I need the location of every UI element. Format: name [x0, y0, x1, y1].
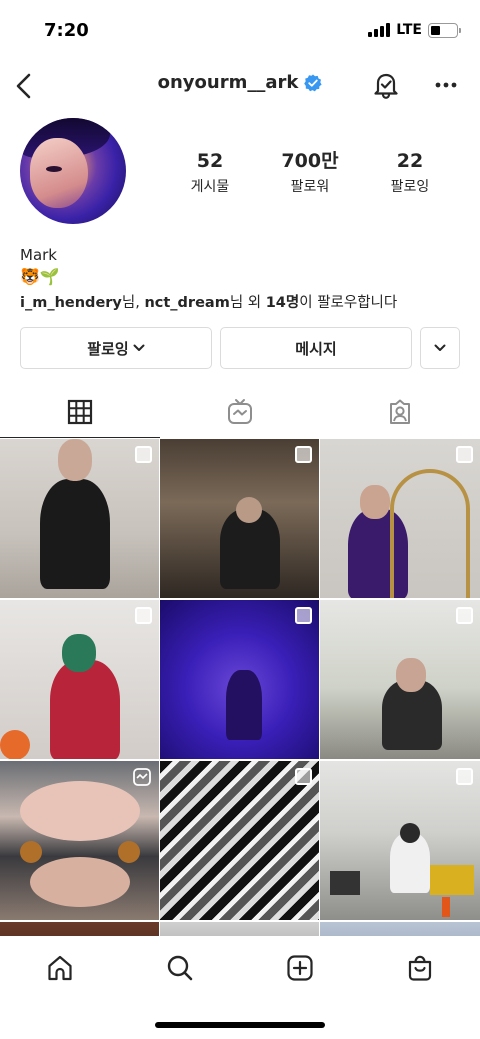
follower-count: 14명	[265, 295, 300, 311]
search-icon	[167, 955, 193, 981]
post-grid	[0, 439, 480, 962]
signal-icon	[368, 23, 391, 37]
carousel-icon	[456, 768, 473, 785]
stat-following[interactable]: 22 팔로잉	[360, 150, 460, 196]
battery-icon	[428, 22, 461, 38]
stat-value: 52	[196, 150, 224, 172]
chevron-down-icon	[133, 344, 145, 351]
stat-value: 22	[396, 150, 424, 172]
follower-link[interactable]: i_m_hendery	[20, 295, 122, 311]
status-indicators: LTE	[368, 22, 461, 38]
back-button[interactable]	[8, 70, 40, 102]
tab-igtv[interactable]	[160, 386, 320, 438]
tagged-icon	[390, 399, 410, 424]
post-thumbnail[interactable]	[320, 600, 480, 759]
following-label: 팔로잉	[87, 339, 129, 358]
carousel-icon	[295, 768, 312, 785]
nav-search[interactable]	[120, 936, 240, 1000]
suggested-accounts-button[interactable]	[420, 327, 460, 369]
tab-grid[interactable]	[0, 386, 160, 438]
shop-icon	[408, 955, 432, 981]
post-thumbnail[interactable]	[0, 439, 159, 598]
post-thumbnail[interactable]	[160, 439, 319, 598]
nav-shop[interactable]	[360, 936, 480, 1000]
stat-posts[interactable]: 52 게시물	[160, 150, 260, 196]
grid-icon	[67, 399, 93, 425]
followed-by[interactable]: i_m_hendery님, nct_dream님 외 14명이 팔로우합니다	[20, 292, 460, 314]
create-icon	[287, 955, 313, 981]
home-indicator[interactable]	[155, 1022, 325, 1028]
tab-tagged[interactable]	[320, 386, 480, 438]
chevron-down-icon	[434, 344, 446, 351]
stat-followers[interactable]: 700만 팔로워	[260, 150, 360, 196]
stat-value: 700만	[281, 150, 339, 172]
bottom-nav	[0, 936, 480, 1000]
chevron-left-icon	[16, 73, 31, 99]
profile-avatar[interactable]	[20, 118, 126, 224]
profile-display-name: Mark	[20, 246, 57, 264]
carousel-icon	[135, 607, 152, 624]
bio-emoji: 🐯🌱	[20, 267, 60, 286]
more-icon	[435, 82, 457, 88]
profile-stats: 52 게시물 700만 팔로워 22 팔로잉	[160, 150, 460, 196]
more-options-button[interactable]	[430, 68, 462, 102]
follower-link[interactable]: nct_dream	[144, 295, 229, 311]
carousel-icon	[295, 446, 312, 463]
home-icon	[48, 955, 72, 981]
post-thumbnail[interactable]	[0, 600, 159, 759]
notification-bell-icon	[374, 73, 398, 99]
stat-label: 게시물	[190, 179, 230, 195]
carousel-icon	[456, 446, 473, 463]
carousel-icon	[295, 607, 312, 624]
profile-tabs	[0, 386, 480, 438]
stat-label: 팔로워	[290, 179, 330, 195]
post-thumbnail[interactable]	[160, 600, 319, 759]
status-bar: 7:20 LTE	[0, 0, 480, 60]
carousel-icon	[456, 607, 473, 624]
profile-header: onyourm__ark	[0, 60, 480, 110]
post-thumbnail[interactable]	[0, 761, 159, 920]
message-label: 메시지	[295, 339, 337, 358]
stat-label: 팔로잉	[390, 179, 430, 195]
nav-home[interactable]	[0, 936, 120, 1000]
post-thumbnail[interactable]	[320, 761, 480, 920]
post-thumbnail[interactable]	[320, 439, 480, 598]
profile-username: onyourm__ark	[157, 72, 299, 93]
nav-create[interactable]	[240, 936, 360, 1000]
reels-icon	[133, 768, 151, 786]
igtv-icon	[228, 399, 252, 424]
profile-bio: Mark 🐯🌱 i_m_hendery님, nct_dream님 외 14명이 …	[20, 244, 460, 314]
notifications-button[interactable]	[370, 68, 402, 102]
verified-badge-icon	[304, 74, 322, 91]
following-button[interactable]: 팔로잉	[20, 327, 212, 369]
post-thumbnail[interactable]	[160, 761, 319, 920]
status-time: 7:20	[44, 20, 89, 41]
network-type: LTE	[396, 22, 422, 38]
profile-actions: 팔로잉 메시지	[20, 327, 460, 369]
carousel-icon	[135, 446, 152, 463]
message-button[interactable]: 메시지	[220, 327, 412, 369]
